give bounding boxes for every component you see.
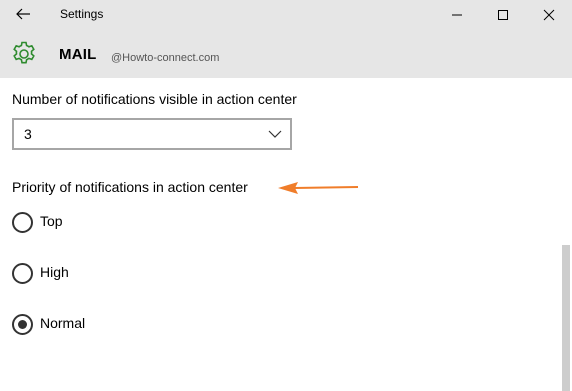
radio-selected-dot bbox=[18, 320, 27, 329]
radio-button-selected[interactable] bbox=[12, 314, 33, 335]
maximize-icon bbox=[498, 10, 508, 20]
close-icon bbox=[543, 9, 555, 21]
gear-icon bbox=[11, 41, 37, 67]
radio-button[interactable] bbox=[12, 212, 33, 233]
radio-label: Normal bbox=[40, 315, 86, 331]
dropdown-selected-value: 3 bbox=[24, 126, 32, 142]
radio-button[interactable] bbox=[12, 263, 33, 284]
notification-count-dropdown[interactable]: 3 bbox=[12, 118, 292, 150]
title-bar: Settings bbox=[0, 0, 572, 30]
notification-count-label: Number of notifications visible in actio… bbox=[12, 91, 297, 107]
settings-content: Number of notifications visible in actio… bbox=[0, 78, 560, 391]
page-header: MAIL @Howto-connect.com bbox=[0, 30, 572, 78]
minimize-button[interactable] bbox=[434, 0, 480, 30]
maximize-button[interactable] bbox=[480, 0, 526, 30]
window-title: Settings bbox=[60, 7, 104, 21]
page-title: MAIL bbox=[59, 46, 97, 63]
annotation-arrow-icon bbox=[278, 182, 359, 194]
close-button[interactable] bbox=[526, 0, 572, 30]
radio-label: Top bbox=[40, 213, 63, 229]
scrollbar-thumb[interactable] bbox=[562, 245, 570, 391]
chevron-down-icon bbox=[268, 130, 282, 138]
back-button[interactable] bbox=[10, 2, 36, 26]
settings-window: Settings MAIL @Howto-connect.com Number … bbox=[0, 0, 572, 391]
radio-label: High bbox=[40, 264, 69, 280]
priority-label: Priority of notifications in action cent… bbox=[12, 179, 248, 195]
minimize-icon bbox=[452, 14, 462, 16]
watermark-text: @Howto-connect.com bbox=[111, 52, 220, 64]
back-arrow-icon bbox=[16, 8, 30, 20]
vertical-scrollbar[interactable] bbox=[560, 78, 572, 391]
